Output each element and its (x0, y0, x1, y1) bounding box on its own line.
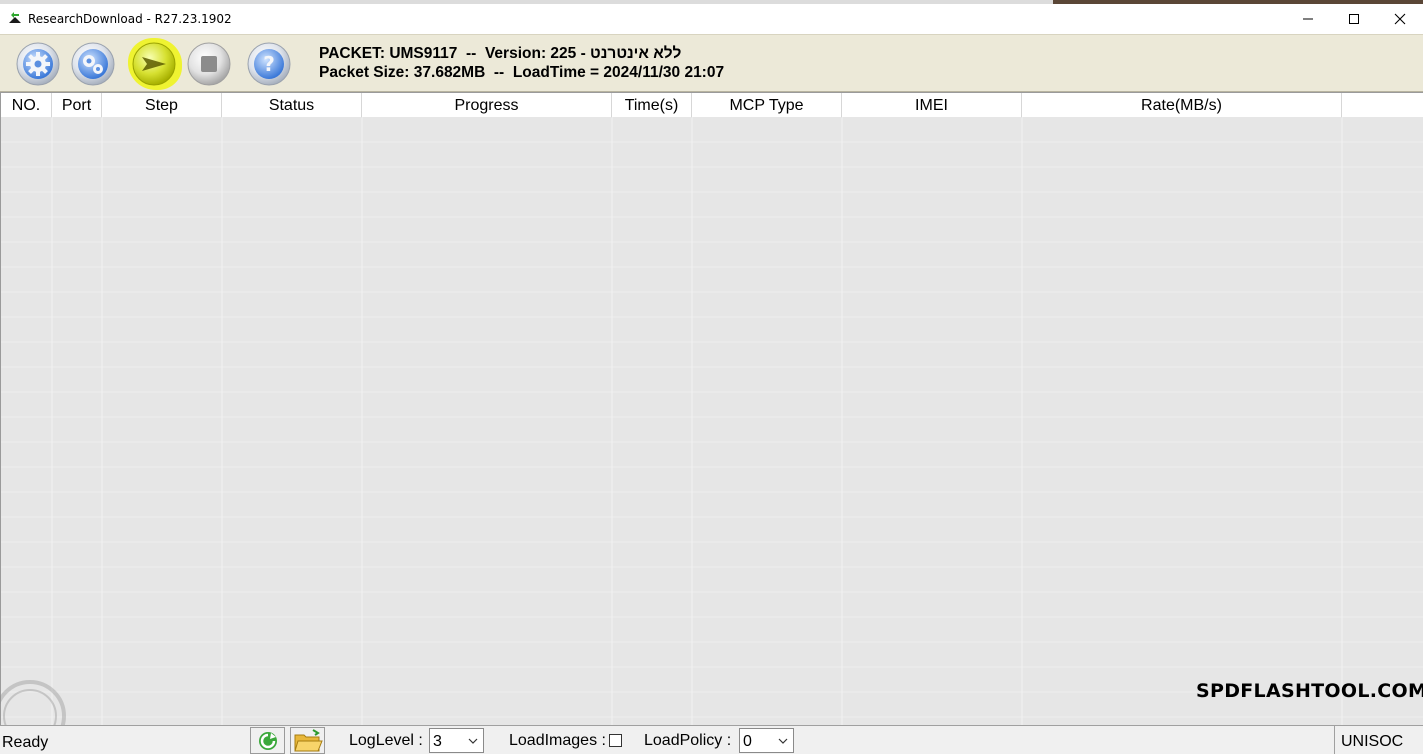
chevron-down-icon (468, 738, 478, 744)
vendor-panel: UNISOC (1334, 726, 1423, 754)
column-header-status[interactable]: Status (222, 93, 362, 118)
toolbar: ? PACKET: UMS9117 -- Version: 225 - ללא … (0, 34, 1423, 92)
loadpolicy-value: 0 (743, 733, 752, 750)
loglevel-label: LogLevel : (349, 732, 423, 749)
settings-button[interactable] (70, 41, 116, 87)
chevron-down-icon (778, 738, 788, 744)
status-text: Ready (2, 734, 49, 751)
loglevel-value: 3 (433, 733, 442, 750)
column-header-extra[interactable] (1342, 93, 1423, 118)
maximize-button[interactable] (1331, 4, 1377, 34)
empty-rows (1, 117, 1423, 725)
column-header-progress[interactable]: Progress (362, 93, 612, 118)
stop-download-button[interactable] (186, 41, 232, 87)
packet-size-line: Packet Size: 37.682MB -- LoadTime = 2024… (319, 64, 725, 81)
folder-icon (293, 728, 323, 751)
column-header-no[interactable]: NO. (1, 93, 52, 118)
device-list[interactable]: NO. Port Step Status Progress Time(s) MC… (0, 92, 1423, 725)
watermark-text: SPDFLASHTOOL.COM (1196, 680, 1423, 702)
svg-text:?: ? (263, 52, 275, 76)
packet-line: PACKET: UMS9117 -- Version: 225 - ללא אי… (319, 45, 682, 62)
stop-icon (187, 42, 231, 86)
packet-info: PACKET: UMS9117 -- Version: 225 - ללא אי… (319, 44, 724, 82)
column-header-mcp-type[interactable]: MCP Type (692, 93, 842, 118)
help-button[interactable]: ? (246, 41, 292, 87)
minimize-button[interactable] (1285, 4, 1331, 34)
column-header-imei[interactable]: IMEI (842, 93, 1022, 118)
grid-header: NO. Port Step Status Progress Time(s) MC… (1, 92, 1423, 118)
gears-icon (71, 42, 115, 86)
app-icon (9, 12, 21, 23)
column-header-rate[interactable]: Rate(MB/s) (1022, 93, 1342, 118)
play-arrow-icon (132, 42, 176, 86)
refresh-icon (258, 731, 277, 750)
watermark-stamp (0, 680, 66, 728)
gear-icon (16, 42, 60, 86)
loadimages-label: LoadImages : (509, 732, 606, 749)
column-header-time[interactable]: Time(s) (612, 93, 692, 118)
minimize-icon (1303, 18, 1313, 20)
loglevel-select[interactable]: 3 (429, 728, 484, 753)
window-title: ResearchDownload - R27.23.1902 (28, 12, 232, 26)
load-packet-button[interactable] (15, 41, 61, 87)
loadimages-checkbox[interactable] (609, 734, 622, 747)
column-header-port[interactable]: Port (52, 93, 102, 118)
close-icon (1394, 13, 1406, 25)
refresh-button[interactable] (250, 727, 285, 754)
maximize-icon (1349, 14, 1359, 24)
start-download-button[interactable] (131, 41, 177, 87)
question-icon: ? (247, 42, 291, 86)
column-header-step[interactable]: Step (102, 93, 222, 118)
loadpolicy-label: LoadPolicy : (644, 732, 732, 749)
status-bar: Ready LogLevel : 3 LoadImages : LoadPoli… (0, 725, 1423, 754)
loadpolicy-select[interactable]: 0 (739, 728, 794, 753)
open-folder-button[interactable] (290, 727, 325, 754)
title-bar: ResearchDownload - R27.23.1902 (0, 4, 1423, 34)
close-button[interactable] (1377, 4, 1423, 34)
vendor-text: UNISOC (1341, 733, 1404, 750)
